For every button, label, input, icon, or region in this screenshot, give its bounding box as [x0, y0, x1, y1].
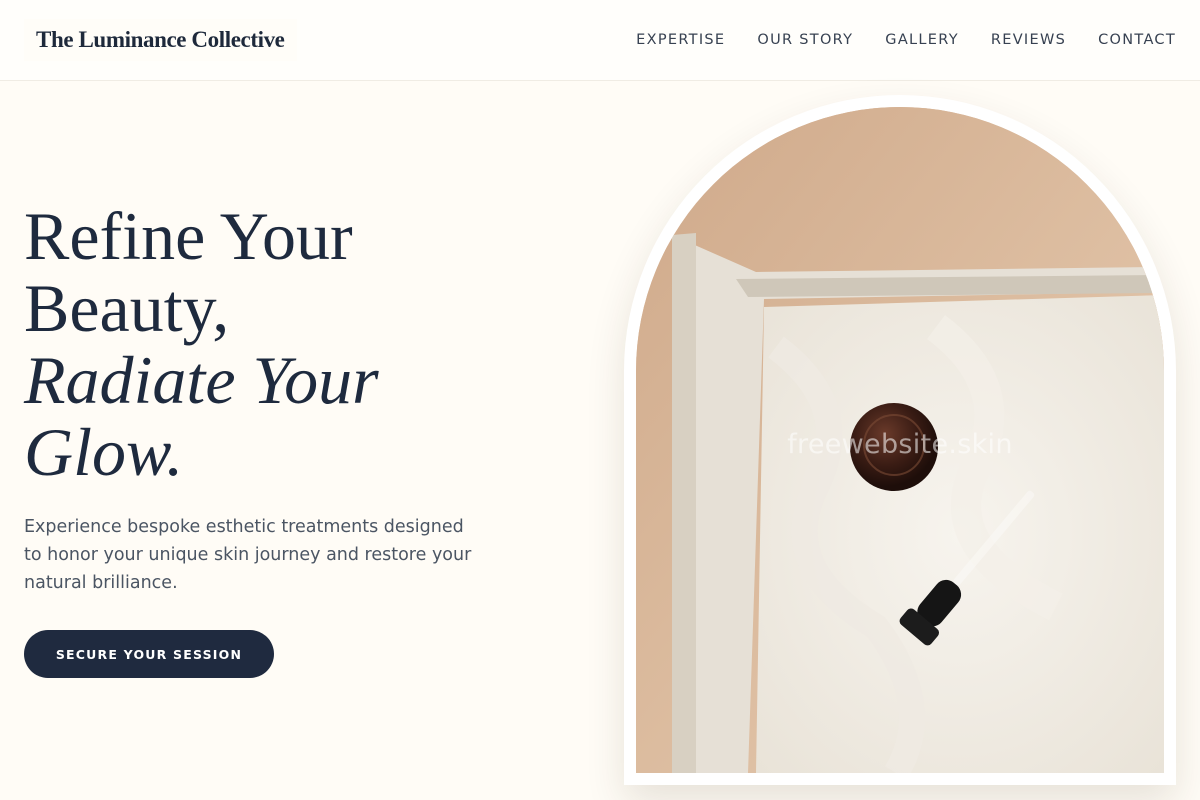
- hero-title-line-2: Beauty,: [24, 270, 230, 346]
- hero-subtitle: Experience bespoke esthetic treatments d…: [24, 517, 472, 593]
- image-watermark: freewebsite.skin: [787, 429, 1013, 460]
- nav-item-reviews[interactable]: REVIEWS: [991, 30, 1066, 50]
- hero-title-italic-line-1: Radiate Your: [24, 342, 379, 418]
- hero-title-line-1: Refine Your: [24, 198, 353, 274]
- secure-session-button[interactable]: SECURE YOUR SESSION: [24, 630, 274, 678]
- site-header: The Luminance Collective EXPERTISE OUR S…: [0, 0, 1200, 81]
- brand-logo[interactable]: The Luminance Collective: [24, 19, 297, 61]
- nav-item-gallery[interactable]: GALLERY: [885, 30, 959, 50]
- nav-item-our-story[interactable]: OUR STORY: [757, 30, 853, 50]
- nav-item-expertise[interactable]: EXPERTISE: [636, 30, 725, 50]
- main-nav: EXPERTISE OUR STORY GALLERY REVIEWS CONT…: [636, 30, 1176, 50]
- hero-title: Refine Your Beauty, Radiate Your Glow.: [24, 200, 544, 488]
- hero-title-italic-line-2: Glow.: [24, 414, 184, 490]
- hero-image-frame: freewebsite.skin: [624, 95, 1176, 785]
- nav-item-contact[interactable]: CONTACT: [1098, 30, 1176, 50]
- hero-image: freewebsite.skin: [636, 107, 1164, 773]
